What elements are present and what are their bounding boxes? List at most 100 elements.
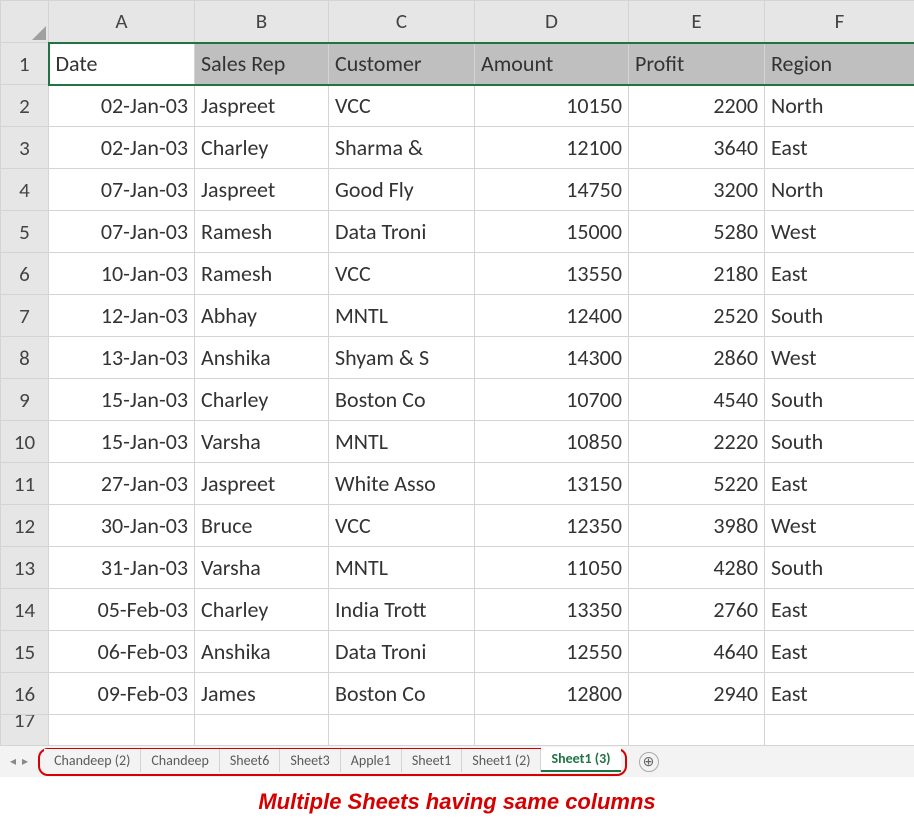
cell-amount[interactable]: 12100 xyxy=(475,127,629,169)
cell-customer[interactable]: White Asso xyxy=(329,463,475,505)
cell-amount[interactable]: 10700 xyxy=(475,379,629,421)
row-head-14[interactable]: 14 xyxy=(1,589,49,631)
cell-rep[interactable]: Charley xyxy=(195,127,329,169)
cell-rep[interactable]: Anshika xyxy=(195,337,329,379)
row-head-13[interactable]: 13 xyxy=(1,547,49,589)
cell-region[interactable]: East xyxy=(765,253,914,295)
cell-date[interactable]: 02-Jan-03 xyxy=(49,127,195,169)
cell-profit[interactable]: 4540 xyxy=(629,379,765,421)
row-head-15[interactable]: 15 xyxy=(1,631,49,673)
cell-date[interactable]: 02-Jan-03 xyxy=(49,85,195,127)
select-all-corner[interactable] xyxy=(1,1,49,43)
cell-rep[interactable]: Charley xyxy=(195,589,329,631)
cell-profit[interactable]: 3640 xyxy=(629,127,765,169)
cell-amount[interactable]: 13150 xyxy=(475,463,629,505)
cell-profit[interactable]: 2760 xyxy=(629,589,765,631)
cell-date[interactable]: 13-Jan-03 xyxy=(49,337,195,379)
cell-amount[interactable]: 14300 xyxy=(475,337,629,379)
cell-profit[interactable]: 3980 xyxy=(629,505,765,547)
cell-C1[interactable]: Customer xyxy=(329,43,475,85)
cell-A1[interactable]: Date xyxy=(49,43,195,85)
cell-profit[interactable]: 2180 xyxy=(629,253,765,295)
cell-date[interactable]: 05-Feb-03 xyxy=(49,589,195,631)
cell-customer[interactable]: Shyam & S xyxy=(329,337,475,379)
col-head-A[interactable]: A xyxy=(49,1,195,43)
tab-next-icon[interactable]: ▸ xyxy=(22,754,28,769)
cell-customer[interactable]: MNTL xyxy=(329,421,475,463)
row-head-12[interactable]: 12 xyxy=(1,505,49,547)
cell-date[interactable]: 07-Jan-03 xyxy=(49,211,195,253)
cell-date[interactable]: 15-Jan-03 xyxy=(49,421,195,463)
row-head-9[interactable]: 9 xyxy=(1,379,49,421)
cell-region[interactable]: East xyxy=(765,463,914,505)
cell-region[interactable]: East xyxy=(765,589,914,631)
cell-rep[interactable]: Ramesh xyxy=(195,211,329,253)
col-head-E[interactable]: E xyxy=(629,1,765,43)
cell-rep[interactable]: Jaspreet xyxy=(195,85,329,127)
cell-date[interactable]: 07-Jan-03 xyxy=(49,169,195,211)
cell-customer[interactable]: Data Troni xyxy=(329,211,475,253)
row-head-1[interactable]: 1 xyxy=(1,43,49,85)
cell-profit[interactable]: 2220 xyxy=(629,421,765,463)
cell-customer[interactable]: Sharma & xyxy=(329,127,475,169)
cell-date[interactable]: 10-Jan-03 xyxy=(49,253,195,295)
cell-rep[interactable]: Bruce xyxy=(195,505,329,547)
row-head-16[interactable]: 16 xyxy=(1,673,49,715)
cell-region[interactable]: East xyxy=(765,127,914,169)
col-head-F[interactable]: F xyxy=(765,1,914,43)
sheet-tab[interactable]: Sheet3 xyxy=(280,749,340,772)
cell-region[interactable]: East xyxy=(765,673,914,715)
row-head-6[interactable]: 6 xyxy=(1,253,49,295)
cell-rep[interactable]: Charley xyxy=(195,379,329,421)
cell-profit[interactable]: 5220 xyxy=(629,463,765,505)
sheet-tab[interactable]: Sheet1 (2) xyxy=(462,749,541,772)
cell-region[interactable]: North xyxy=(765,85,914,127)
col-head-B[interactable]: B xyxy=(195,1,329,43)
cell-region[interactable]: West xyxy=(765,505,914,547)
cell-rep[interactable]: Varsha xyxy=(195,421,329,463)
cell-profit[interactable]: 2940 xyxy=(629,673,765,715)
cell-rep[interactable]: James xyxy=(195,673,329,715)
cell-amount[interactable]: 12800 xyxy=(475,673,629,715)
sheet-tab[interactable]: Apple1 xyxy=(341,749,402,772)
cell-profit[interactable]: 4280 xyxy=(629,547,765,589)
row-head-8[interactable]: 8 xyxy=(1,337,49,379)
cell-profit[interactable]: 4640 xyxy=(629,631,765,673)
sheet-tab[interactable]: Sheet1 xyxy=(402,749,462,772)
cell-customer[interactable]: Boston Co xyxy=(329,673,475,715)
cell-date[interactable]: 31-Jan-03 xyxy=(49,547,195,589)
sheet-tab[interactable]: Sheet1 (3) xyxy=(541,747,620,772)
cell-customer[interactable]: Boston Co xyxy=(329,379,475,421)
cell-customer[interactable]: MNTL xyxy=(329,547,475,589)
cell-rep[interactable]: Jaspreet xyxy=(195,169,329,211)
cell-customer[interactable]: Good Fly xyxy=(329,169,475,211)
cell-region[interactable]: South xyxy=(765,295,914,337)
cell-customer[interactable]: Data Troni xyxy=(329,631,475,673)
row-head-4[interactable]: 4 xyxy=(1,169,49,211)
cell-F1[interactable]: Region xyxy=(765,43,914,85)
col-head-D[interactable]: D xyxy=(475,1,629,43)
cell-date[interactable]: 15-Jan-03 xyxy=(49,379,195,421)
cell-date[interactable]: 12-Jan-03 xyxy=(49,295,195,337)
cell-rep[interactable]: Ramesh xyxy=(195,253,329,295)
cell-customer[interactable]: VCC xyxy=(329,253,475,295)
cell-rep[interactable]: Varsha xyxy=(195,547,329,589)
cell-region[interactable]: South xyxy=(765,379,914,421)
cell-region[interactable]: West xyxy=(765,211,914,253)
cell-amount[interactable]: 15000 xyxy=(475,211,629,253)
cell-profit[interactable]: 2200 xyxy=(629,85,765,127)
cell-region[interactable]: East xyxy=(765,631,914,673)
cell-customer[interactable]: VCC xyxy=(329,85,475,127)
cell-amount[interactable]: 10150 xyxy=(475,85,629,127)
sheet-tab[interactable]: Sheet6 xyxy=(220,749,280,772)
cell-D1[interactable]: Amount xyxy=(475,43,629,85)
cell-rep[interactable]: Jaspreet xyxy=(195,463,329,505)
cell-region[interactable]: South xyxy=(765,421,914,463)
cell-region[interactable]: West xyxy=(765,337,914,379)
cell-amount[interactable]: 11050 xyxy=(475,547,629,589)
tab-prev-icon[interactable]: ◂ xyxy=(10,754,16,769)
cell-amount[interactable]: 10850 xyxy=(475,421,629,463)
row-head-10[interactable]: 10 xyxy=(1,421,49,463)
cell-amount[interactable]: 12550 xyxy=(475,631,629,673)
row-head-2[interactable]: 2 xyxy=(1,85,49,127)
